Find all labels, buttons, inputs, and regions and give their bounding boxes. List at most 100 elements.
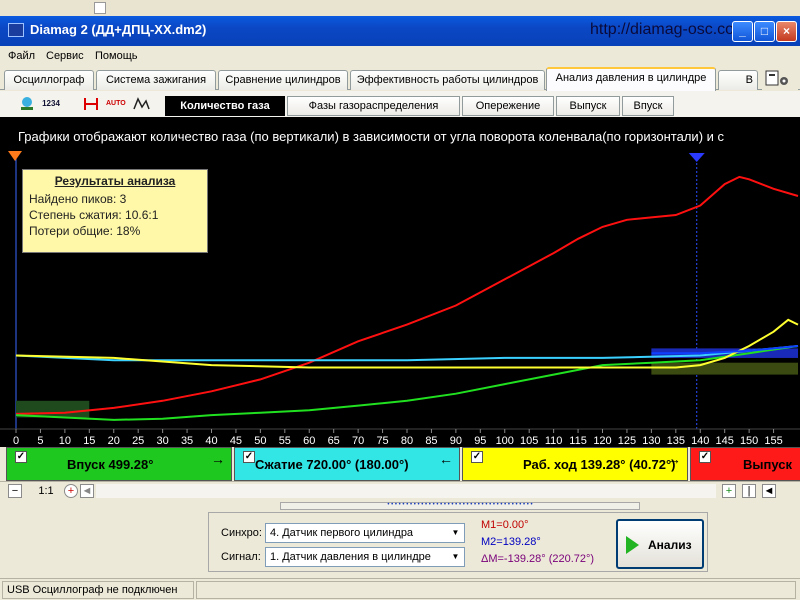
x-tick-label: 15 — [83, 435, 95, 447]
sync-label: Синхро: — [221, 527, 262, 539]
sync-select[interactable]: 4. Датчик первого цилиндра ▼ — [265, 523, 465, 543]
zoom-in-button[interactable]: + — [64, 484, 78, 498]
x-tick-label: 20 — [108, 435, 120, 447]
signal-label: Сигнал: — [221, 551, 261, 563]
menu-file[interactable]: Файл — [8, 50, 35, 62]
wave-settings-icon[interactable] — [18, 95, 36, 113]
subtab-intake[interactable]: Впуск — [622, 96, 674, 116]
scroll-left-button[interactable]: ◄ — [80, 484, 94, 498]
x-tick-label: 10 — [59, 435, 71, 447]
marker-brackets-icon[interactable] — [82, 95, 100, 113]
main-tab-strip: Осциллограф Система зажигания Сравнение … — [0, 66, 800, 91]
x-tick-label: 100 — [496, 435, 514, 447]
peak-markers-icon[interactable] — [132, 95, 150, 113]
subtab-gas-quantity[interactable]: Количество газа — [165, 96, 285, 116]
band-label: Раб. ход 139.28° (40.72°) — [523, 457, 676, 472]
right-cursor-marker — [688, 153, 705, 162]
subtab-exhaust[interactable]: Выпуск — [556, 96, 620, 116]
band-checkbox[interactable]: ✓ — [471, 451, 483, 463]
maximize-button[interactable]: □ — [754, 21, 775, 42]
minimize-button[interactable]: _ — [732, 21, 753, 42]
subtab-advance[interactable]: Опережение — [462, 96, 554, 116]
band-exhaust[interactable]: ✓ Выпуск — [690, 447, 800, 481]
x-tick-label: 45 — [230, 435, 242, 447]
x-tick-label: 155 — [764, 435, 782, 447]
marker-delta-value: ΔM=-139.28° (220.72°) — [481, 553, 595, 565]
app-logo-icon — [8, 23, 24, 37]
x-tick-label: 85 — [425, 435, 437, 447]
x-tick-label: 5 — [37, 435, 43, 447]
analysis-toolbar: 1234 AUTO Количество газа Фазы газораспр… — [0, 91, 800, 117]
subtab-valve-timing[interactable]: Фазы газораспределения — [287, 96, 460, 116]
usb-status: USB Осциллограф не подключен — [2, 581, 194, 599]
x-tick-label: 95 — [474, 435, 486, 447]
x-tick-label: 140 — [691, 435, 709, 447]
x-tick-label: 25 — [132, 435, 144, 447]
band-label: Сжатие 720.00° (180.00°) — [255, 457, 409, 472]
x-tick-label: 75 — [376, 435, 388, 447]
x-tick-label: 60 — [303, 435, 315, 447]
menu-service[interactable]: Сервис — [46, 50, 84, 62]
exhaust-zone-patch — [651, 362, 798, 375]
menu-help[interactable]: Помощь — [95, 50, 138, 62]
tab-cylinder-compare[interactable]: Сравнение цилиндров — [218, 70, 348, 90]
x-tick-label: 110 — [545, 435, 563, 447]
tab-oscilloscope[interactable]: Осциллограф — [4, 70, 94, 90]
signal-select[interactable]: 1. Датчик давления в цилиндре ▼ — [265, 547, 465, 567]
chevron-down-icon[interactable]: ▼ — [447, 548, 464, 566]
band-checkbox[interactable]: ✓ — [243, 451, 255, 463]
x-tick-label: 40 — [205, 435, 217, 447]
scroll-prev-button[interactable]: ◄ — [762, 484, 776, 498]
x-tick-label: 70 — [352, 435, 364, 447]
x-tick-label: 80 — [401, 435, 413, 447]
x-tick-label: 65 — [328, 435, 340, 447]
website-url[interactable]: http://diamag-osc.com — [590, 21, 747, 39]
panel-splitter[interactable]: • • • • • • • • • • • • • • • • • • • • … — [280, 502, 640, 510]
band-checkbox[interactable]: ✓ — [15, 451, 27, 463]
play-icon — [626, 536, 639, 554]
marker-m1-value: M1=0.00° — [481, 519, 529, 531]
horizontal-scrollbar[interactable] — [96, 484, 716, 498]
tab-cylinder-efficiency[interactable]: Эффективность работы цилиндров — [350, 70, 545, 90]
title-bar: Diamag 2 (ДД+ДПЦ-XX.dm2) http://diamag-o… — [0, 16, 800, 46]
app-window: Diamag 2 (ДД+ДПЦ-XX.dm2) http://diamag-o… — [0, 0, 800, 600]
band-power[interactable]: ✓ Раб. ход 139.28° (40.72°) → — [462, 447, 688, 481]
chart-canvas[interactable]: 0 5 10 15 20 25 30 35 40 45 50 55 60 65 70 75 80 85 90 95 10… — [0, 117, 800, 447]
gas-quantity-chart[interactable]: Графики отображают количество газа (по в… — [0, 117, 800, 447]
tab-pressure-analysis[interactable]: Анализ давления в цилиндре — [546, 67, 716, 91]
x-tick-label: 55 — [279, 435, 291, 447]
x-tick-label: 90 — [450, 435, 462, 447]
analyze-button[interactable]: Анализ — [616, 519, 704, 569]
background-checkbox — [94, 2, 106, 14]
band-arrow-icon[interactable]: → — [667, 451, 681, 467]
x-tick-label: 105 — [520, 435, 538, 447]
scroll-first-button[interactable]: |◄ — [742, 484, 756, 509]
x-tick-label: 30 — [157, 435, 169, 447]
band-arrow-icon[interactable]: → — [211, 451, 225, 467]
status-bar: USB Осциллограф не подключен — [0, 578, 800, 600]
auto-markers-icon[interactable]: AUTO — [106, 95, 126, 113]
chevron-down-icon[interactable]: ▼ — [447, 524, 464, 542]
zoom-out-button[interactable]: − — [8, 484, 22, 498]
band-label: Впуск 499.28° — [67, 457, 154, 472]
x-tick-label: 145 — [716, 435, 734, 447]
x-tick-label: 0 — [13, 435, 19, 447]
band-compression[interactable]: ✓ Сжатие 720.00° (180.00°) ← — [234, 447, 460, 481]
band-arrow-icon[interactable]: ← — [439, 451, 453, 467]
band-intake[interactable]: ✓ Впуск 499.28° → — [6, 447, 232, 481]
band-checkbox[interactable]: ✓ — [699, 451, 711, 463]
x-tick-label: 130 — [642, 435, 660, 447]
results-compression: Степень сжатия: 10.6:1 — [29, 208, 159, 222]
tab-ignition[interactable]: Система зажигания — [96, 70, 216, 90]
numbers-1234-icon[interactable]: 1234 — [42, 95, 60, 113]
x-tick-label: 35 — [181, 435, 193, 447]
zoom-in-right-button[interactable]: + — [722, 484, 736, 498]
x-tick-label: 150 — [740, 435, 758, 447]
x-tick-label: 125 — [618, 435, 636, 447]
print-icon[interactable] — [762, 68, 798, 90]
window-title: Diamag 2 (ДД+ДПЦ-XX.dm2) — [30, 22, 207, 37]
results-losses: Потери общие: 18% — [29, 224, 141, 238]
analyze-button-label: Анализ — [648, 538, 692, 552]
tab-overflow[interactable]: В — [718, 70, 758, 90]
close-button[interactable]: × — [776, 21, 797, 42]
